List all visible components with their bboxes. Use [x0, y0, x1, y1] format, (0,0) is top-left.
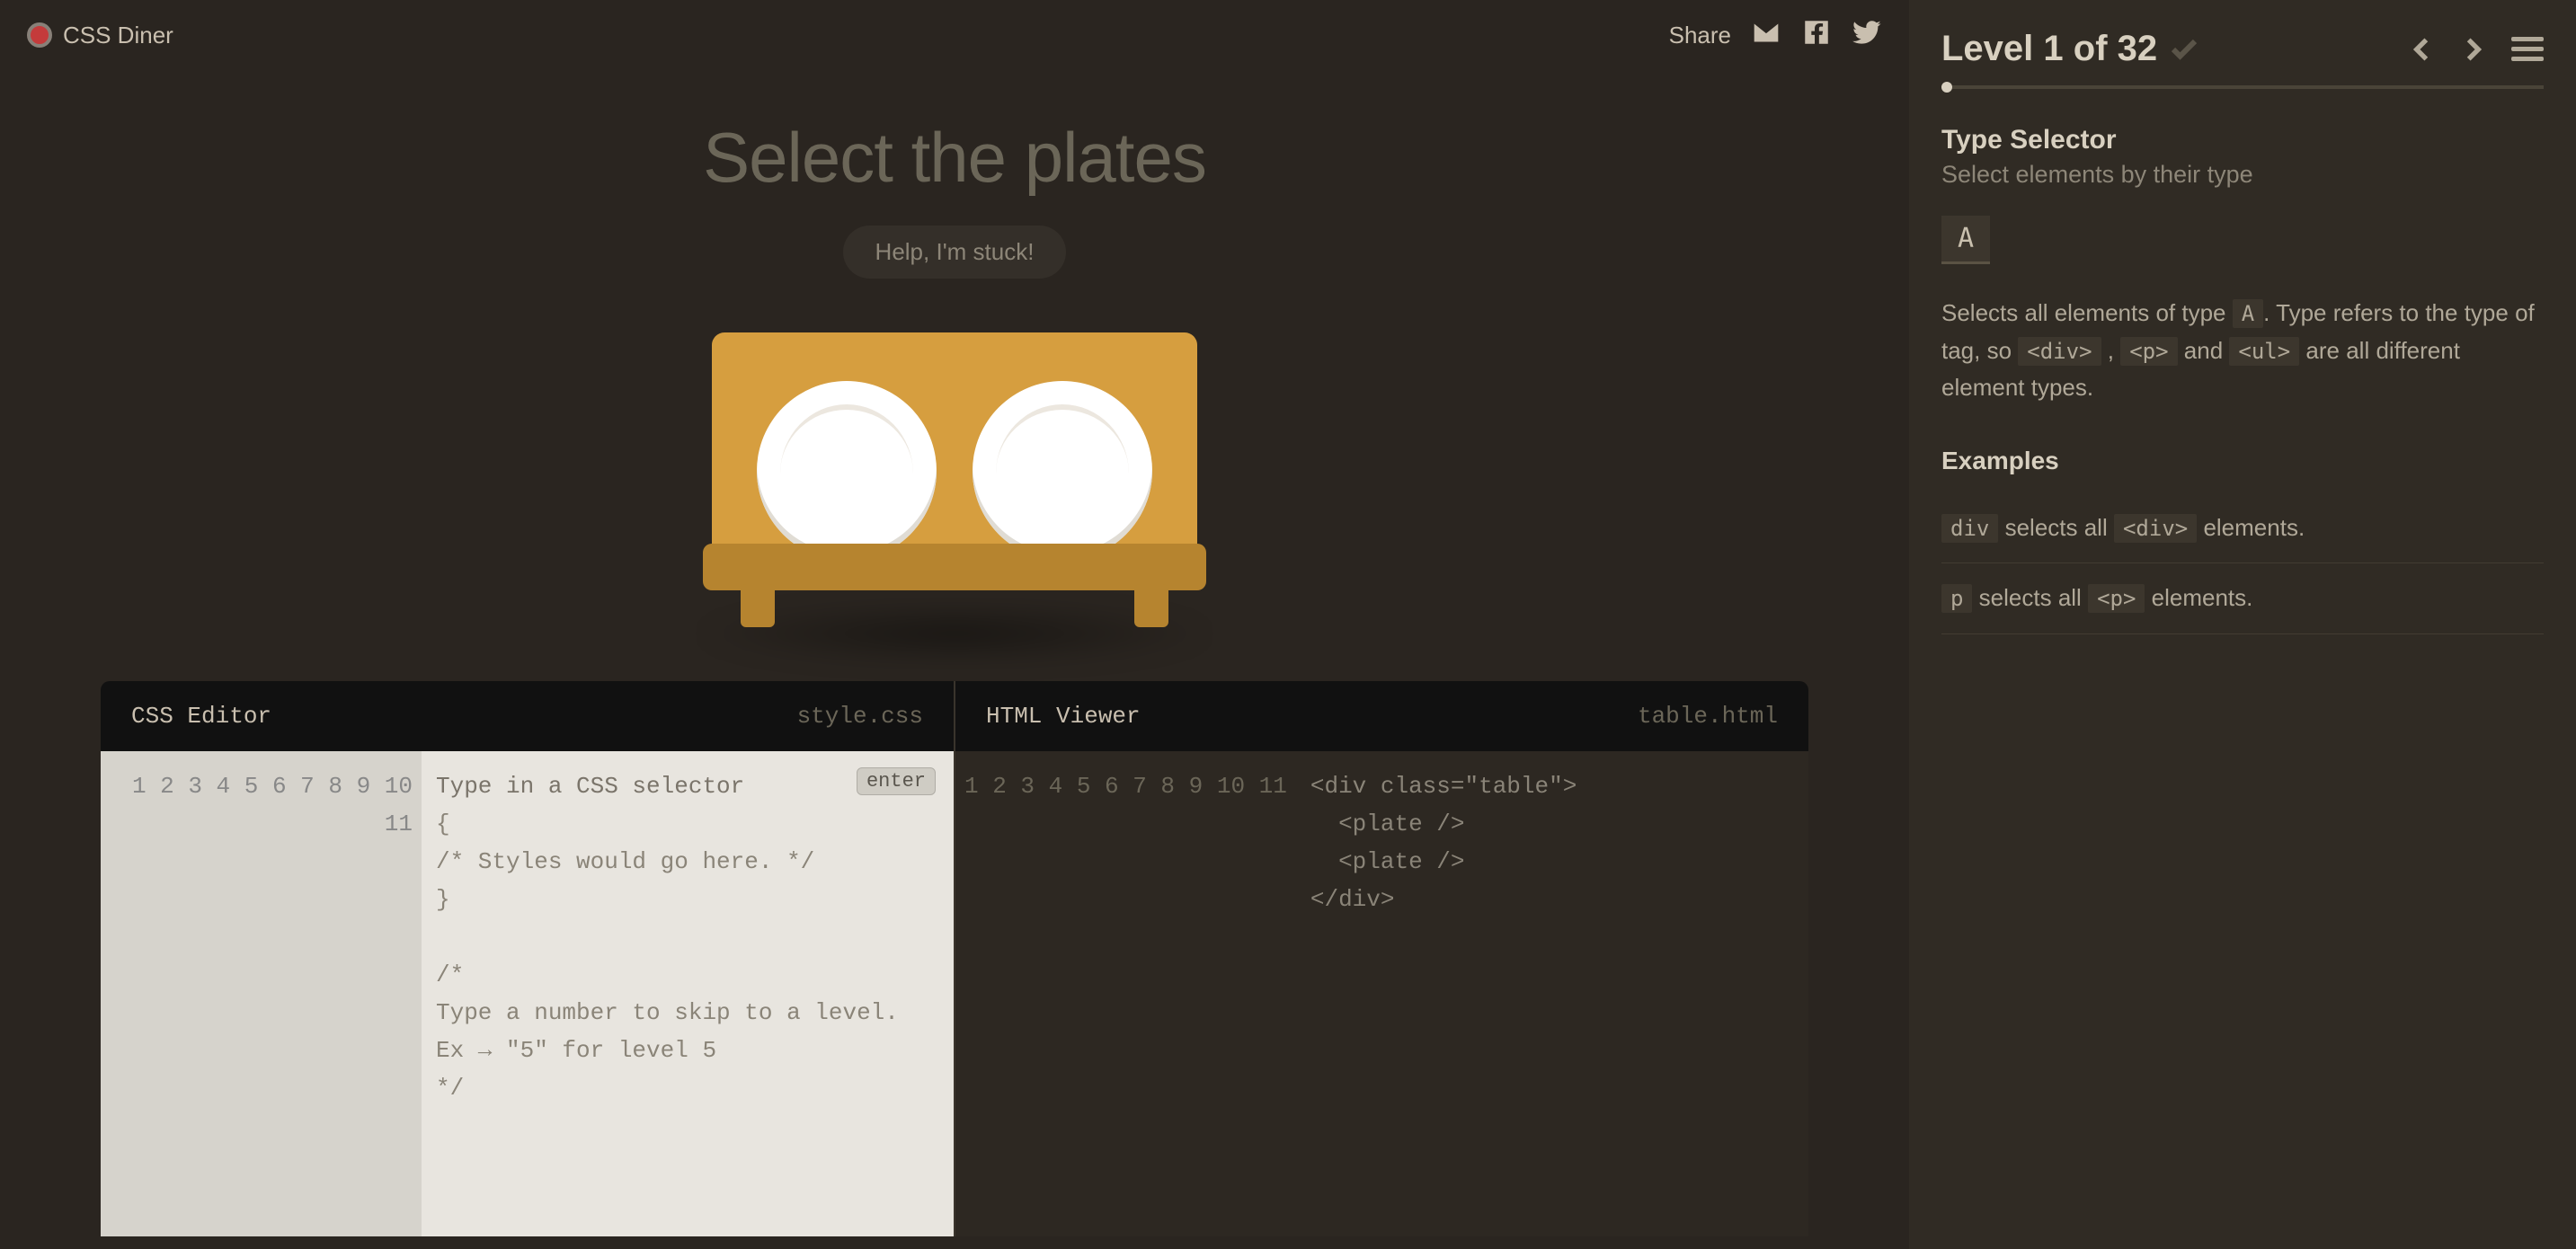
html-code-area: <div class="table"> <plate /> <plate /> … [1296, 751, 1808, 1236]
css-line-gutter: 1 2 3 4 5 6 7 8 9 10 11 [101, 751, 422, 1236]
css-filename: style.css [797, 703, 923, 730]
examples-heading: Examples [1941, 447, 2544, 475]
help-button[interactable]: Help, I'm stuck! [843, 226, 1067, 279]
mail-icon[interactable] [1751, 17, 1781, 54]
facebook-icon[interactable] [1801, 17, 1832, 54]
html-line-gutter: 1 2 3 4 5 6 7 8 9 10 11 [955, 751, 1296, 1236]
selector-title: Type Selector [1941, 125, 2544, 155]
next-level-icon[interactable] [2459, 35, 2488, 64]
share-label: Share [1669, 22, 1731, 49]
check-icon [2168, 33, 2200, 66]
menu-icon[interactable] [2511, 37, 2544, 61]
css-editor-title: CSS Editor [131, 703, 271, 730]
app-name: CSS Diner [63, 22, 173, 49]
prev-level-icon[interactable] [2407, 35, 2436, 64]
selector-subtitle: Select elements by their type [1941, 161, 2544, 189]
html-viewer-title: HTML Viewer [986, 703, 1141, 730]
example-row: div selects all <div> elements. [1941, 493, 2544, 564]
html-filename: table.html [1638, 703, 1778, 730]
game-table [676, 332, 1233, 638]
plate[interactable] [757, 381, 937, 561]
css-code-area[interactable]: { /* Styles would go here. */ } /* Type … [422, 751, 954, 1236]
level-progress [1941, 85, 2544, 89]
app-logo[interactable]: CSS Diner [27, 22, 173, 49]
plate[interactable] [973, 381, 1152, 561]
example-row: p selects all <p> elements. [1941, 563, 2544, 634]
level-indicator: Level 1 of 32 [1941, 29, 2200, 69]
task-title: Select the plates [0, 117, 1909, 199]
enter-button[interactable]: enter [857, 767, 936, 795]
selector-description: Selects all elements of type A. Type ref… [1941, 295, 2544, 407]
selector-syntax: A [1941, 216, 1990, 264]
logo-icon [27, 22, 52, 48]
twitter-icon[interactable] [1852, 17, 1882, 54]
